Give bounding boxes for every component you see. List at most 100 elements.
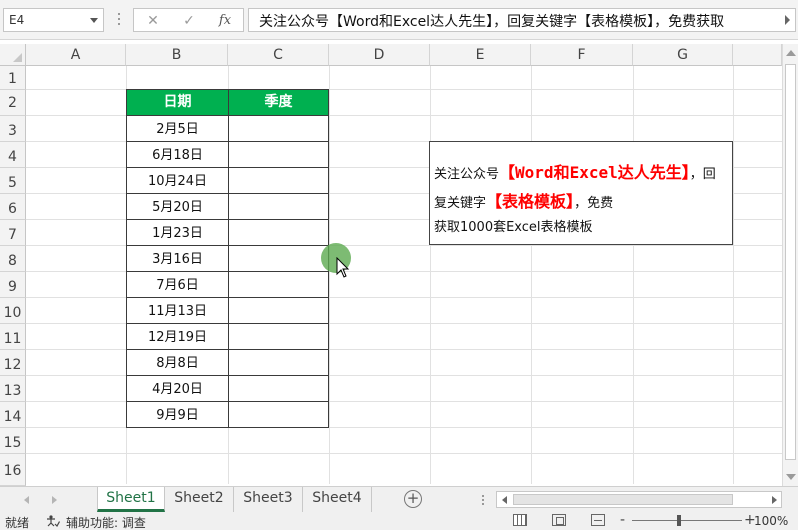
promo-suffix: ，免费 (574, 196, 614, 211)
column-header-f[interactable]: F (531, 44, 633, 66)
status-bar: 就绪 辅助功能: 调查 - + 100% (0, 512, 798, 530)
sheet-tab-1[interactable]: Sheet1 (97, 487, 165, 512)
formula-expand-icon[interactable] (781, 9, 795, 31)
date-cell[interactable]: 2月5日 (126, 115, 229, 142)
quarter-cell[interactable] (228, 219, 329, 246)
date-cell[interactable]: 1月23日 (126, 219, 229, 246)
column-header-c[interactable]: C (228, 44, 329, 66)
scroll-right-icon[interactable] (772, 496, 777, 504)
tab-splitter-icon[interactable] (480, 493, 486, 507)
date-cell[interactable]: 3月16日 (126, 245, 229, 272)
row-header-15[interactable]: 15 (0, 428, 26, 454)
header-quarter[interactable]: 季度 (228, 89, 329, 116)
date-cell[interactable]: 4月20日 (126, 375, 229, 402)
sheet-tab-3[interactable]: Sheet3 (234, 487, 303, 512)
zoom-level[interactable]: 100% (754, 514, 788, 528)
quarter-cell[interactable] (228, 375, 329, 402)
promo-bracket: 【 (499, 163, 516, 182)
column-header-g[interactable]: G (633, 44, 733, 66)
row-header-8[interactable]: 8 (0, 246, 26, 272)
normal-view-icon[interactable] (513, 514, 527, 526)
formula-bar-grip-icon[interactable] (112, 10, 126, 30)
name-box-value: E4 (9, 13, 25, 27)
row-header-11[interactable]: 11 (0, 324, 26, 350)
scroll-down-icon[interactable] (786, 474, 796, 480)
page-layout-view-icon[interactable] (552, 514, 566, 526)
mouse-pointer-icon (336, 257, 350, 278)
formula-text: 关注公众号【Word和Excel达人先生】，回复关键字【表格模板】，免费获取 (259, 14, 725, 30)
accessibility-status[interactable]: 辅助功能: 调查 (66, 514, 146, 530)
row-header-14[interactable]: 14 (0, 402, 26, 428)
scroll-left-icon[interactable] (502, 496, 507, 504)
promo-bracket: 【 (486, 192, 503, 211)
zoom-slider[interactable] (632, 520, 742, 521)
cancel-icon[interactable]: ✕ (140, 11, 166, 31)
quarter-cell[interactable] (228, 245, 329, 272)
tab-next-icon[interactable] (52, 496, 57, 504)
quarter-cell[interactable] (228, 271, 329, 298)
date-cell[interactable]: 8月8日 (126, 349, 229, 376)
quarter-cell[interactable] (228, 401, 329, 428)
zoom-out-icon[interactable]: - (620, 512, 625, 528)
column-header-b[interactable]: B (126, 44, 228, 66)
row-header-12[interactable]: 12 (0, 350, 26, 376)
column-header-h[interactable] (733, 44, 782, 66)
row-header-13[interactable]: 13 (0, 376, 26, 402)
page-break-view-icon[interactable] (591, 514, 605, 526)
row-header-1[interactable]: 1 (0, 66, 26, 90)
quarter-cell[interactable] (228, 323, 329, 350)
promo-text-line: 关注公众号【Word和Excel达人先生】，回复关键字【表格模板】，免费 (434, 159, 728, 217)
accessibility-icon[interactable] (46, 515, 60, 527)
column-header-e[interactable]: E (430, 44, 531, 66)
sheet-tab-4[interactable]: Sheet4 (303, 487, 372, 512)
row-header-9[interactable]: 9 (0, 272, 26, 298)
date-cell[interactable]: 10月24日 (126, 167, 229, 194)
date-cell[interactable]: 7月6日 (126, 271, 229, 298)
quarter-cell[interactable] (228, 141, 329, 168)
header-date[interactable]: 日期 (126, 89, 229, 116)
row-header-7[interactable]: 7 (0, 220, 26, 246)
date-cell[interactable]: 5月20日 (126, 193, 229, 220)
column-header-d[interactable]: D (329, 44, 430, 66)
chevron-down-icon[interactable] (90, 18, 98, 23)
promo-line3: 获取1000套Excel表格模板 (434, 220, 593, 235)
date-cell[interactable]: 11月13日 (126, 297, 229, 324)
sheet-tab-2[interactable]: Sheet2 (165, 487, 234, 512)
formula-bar: E4 ✕ ✓ fx 关注公众号【Word和Excel达人先生】，回复关键字【表格… (0, 0, 798, 40)
column-header-a[interactable]: A (26, 44, 126, 66)
date-cell[interactable]: 9月9日 (126, 401, 229, 428)
insert-function-icon[interactable]: fx (212, 11, 238, 31)
quarter-cell[interactable] (228, 193, 329, 220)
row-header-4[interactable]: 4 (0, 142, 26, 168)
date-cell[interactable]: 6月18日 (126, 141, 229, 168)
date-cell[interactable]: 12月19日 (126, 323, 229, 350)
row-header-16[interactable]: 16 (0, 454, 26, 486)
quarter-cell[interactable] (228, 297, 329, 324)
horizontal-scrollbar[interactable] (496, 491, 782, 508)
select-all-corner[interactable] (0, 44, 26, 66)
tab-prev-icon[interactable] (24, 496, 29, 504)
status-ready: 就绪 (5, 516, 30, 530)
promo-textbox[interactable]: 关注公众号【Word和Excel达人先生】，回复关键字【表格模板】，免费 获取1… (429, 141, 733, 245)
promo-highlight-keyword: 表格模板 (502, 192, 567, 211)
quarter-cell[interactable] (228, 167, 329, 194)
formula-input[interactable]: 关注公众号【Word和Excel达人先生】，回复关键字【表格模板】，免费获取 (248, 8, 796, 32)
zoom-slider-thumb[interactable] (677, 515, 681, 526)
scroll-up-icon[interactable] (786, 50, 796, 56)
row-header-10[interactable]: 10 (0, 298, 26, 324)
name-box[interactable]: E4 (3, 8, 104, 32)
enter-icon[interactable]: ✓ (176, 11, 202, 31)
quarter-cell[interactable] (228, 349, 329, 376)
vertical-scrollbar[interactable] (782, 44, 798, 486)
row-header-3[interactable]: 3 (0, 116, 26, 142)
quarter-cell[interactable] (228, 115, 329, 142)
promo-bracket: 】 (681, 163, 690, 182)
row-header-2[interactable]: 2 (0, 90, 26, 116)
vertical-scroll-thumb[interactable] (785, 64, 796, 460)
horizontal-scroll-thumb[interactable] (513, 494, 733, 505)
promo-highlight-account: Word和Excel达人先生 (515, 163, 682, 182)
row-header-6[interactable]: 6 (0, 194, 26, 220)
promo-prefix: 关注公众号 (434, 167, 500, 182)
row-header-5[interactable]: 5 (0, 168, 26, 194)
add-sheet-icon[interactable]: + (404, 490, 422, 508)
